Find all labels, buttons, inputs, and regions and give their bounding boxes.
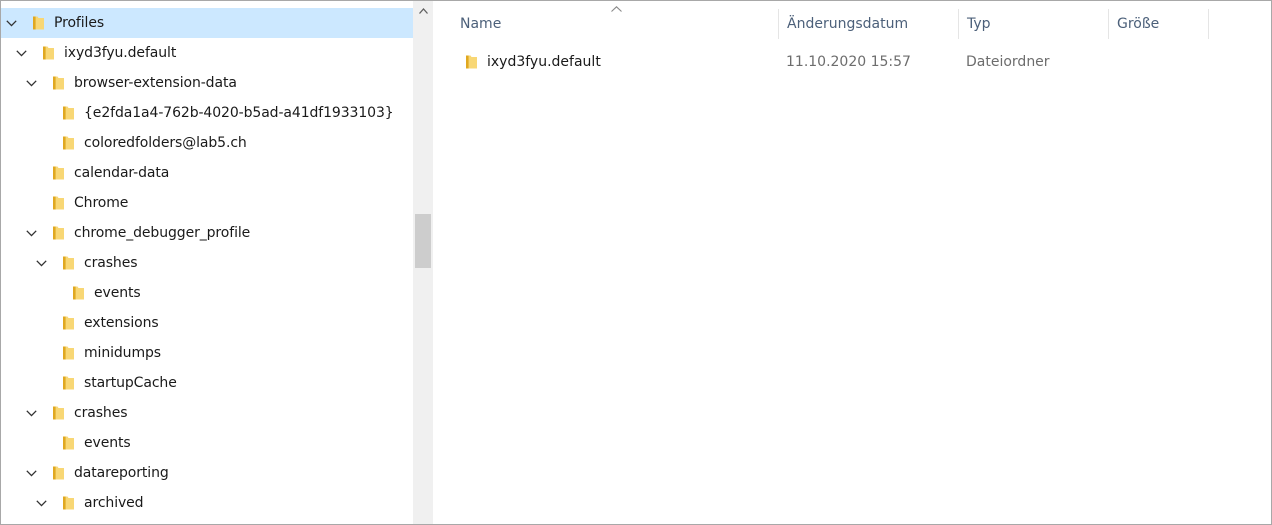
chevron-down-icon[interactable] [3, 15, 19, 31]
folder-icon [61, 255, 75, 271]
nav-tree-item-label: minidumps [84, 345, 161, 361]
nav-tree-item-label: archived [84, 495, 144, 511]
nav-tree-item[interactable]: startupCache [1, 368, 413, 398]
folder-icon [61, 105, 75, 121]
folder-icon [61, 315, 75, 331]
folder-icon [61, 345, 75, 361]
nav-tree-item[interactable]: {e2fda1a4-762b-4020-b5ad-a41df1933103} [1, 98, 413, 128]
nav-tree-item[interactable]: crashes [1, 248, 413, 278]
file-row[interactable]: ixyd3fyu.default 11.10.2020 15:57 Dateiord… [435, 49, 1271, 75]
nav-tree-item[interactable]: coloredfolders@lab5.ch [1, 128, 413, 158]
nav-tree-item[interactable]: extensions [1, 308, 413, 338]
nav-tree-item-label: calendar-data [74, 165, 170, 181]
nav-tree-item[interactable]: calendar-data [1, 158, 413, 188]
folder-icon [465, 54, 478, 70]
folder-icon [51, 75, 65, 91]
navigation-scrollbar[interactable] [413, 1, 433, 524]
nav-tree-item-label: crashes [84, 255, 138, 271]
nav-tree-item[interactable]: ixyd3fyu.default [1, 38, 413, 68]
column-header-name-label: Name [460, 16, 502, 32]
chevron-down-icon[interactable] [13, 45, 29, 61]
folder-icon [31, 15, 45, 31]
folder-icon [71, 285, 85, 301]
folder-icon [51, 165, 65, 181]
nav-tree-item-label: events [84, 435, 131, 451]
nav-tree-item-label: extensions [84, 315, 159, 331]
nav-tree-item-label: datareporting [74, 465, 169, 481]
nav-tree-item-label: browser-extension-data [74, 75, 237, 91]
chevron-down-icon[interactable] [23, 75, 39, 91]
file-name-label: ixyd3fyu.default [487, 54, 601, 70]
nav-tree-item-label: crashes [74, 405, 128, 421]
folder-icon [51, 465, 65, 481]
folder-icon [41, 45, 55, 61]
nav-tree-item-label: {e2fda1a4-762b-4020-b5ad-a41df1933103} [84, 105, 394, 121]
column-header-date-modified[interactable]: Änderungsdatum [779, 9, 959, 39]
column-header-size-label: Größe [1117, 16, 1160, 32]
nav-tree-item[interactable]: crashes [1, 398, 413, 428]
folder-icon [61, 435, 75, 451]
nav-tree-item-label: Chrome [74, 195, 129, 211]
file-date-modified-cell: 11.10.2020 15:57 [786, 54, 911, 70]
details-view[interactable]: Name Änderungsdatum Typ Größe ixyd3fyu.d… [435, 1, 1271, 524]
column-header-name[interactable]: Name [452, 9, 779, 39]
nav-tree-item[interactable]: minidumps [1, 338, 413, 368]
chevron-down-icon[interactable] [23, 225, 39, 241]
nav-tree-item[interactable]: archived [1, 488, 413, 518]
nav-tree-item[interactable]: browser-extension-data [1, 68, 413, 98]
nav-tree-item-label: Profiles [54, 15, 105, 31]
nav-tree-item[interactable]: Chrome [1, 188, 413, 218]
nav-tree-item[interactable]: events [1, 428, 413, 458]
chevron-down-icon[interactable] [23, 405, 39, 421]
nav-tree-item-label: coloredfolders@lab5.ch [84, 135, 247, 151]
column-header-size[interactable]: Größe [1109, 9, 1209, 39]
chevron-down-icon[interactable] [23, 465, 39, 481]
folder-icon [51, 405, 65, 421]
nav-tree-item-label: ixyd3fyu.default [64, 45, 177, 61]
column-header-row: Name Änderungsdatum Typ Größe [435, 1, 1271, 47]
file-explorer-window: Profiles ixyd3fyu.default browser-extensio… [0, 0, 1272, 525]
navigation-pane[interactable]: Profiles ixyd3fyu.default browser-extensio… [1, 1, 413, 524]
column-header-date-label: Änderungsdatum [787, 16, 909, 32]
chevron-down-icon[interactable] [33, 255, 49, 271]
file-name-cell: ixyd3fyu.default [465, 49, 601, 75]
nav-tree-item[interactable]: datareporting [1, 458, 413, 488]
folder-icon [61, 375, 75, 391]
column-header-type[interactable]: Typ [959, 9, 1109, 39]
nav-tree-item[interactable]: events [1, 278, 413, 308]
scroll-up-arrow-icon[interactable] [413, 1, 433, 21]
nav-tree-item[interactable]: Profiles [1, 8, 413, 38]
folder-icon [61, 135, 75, 151]
nav-tree-item-label: chrome_debugger_profile [74, 225, 251, 241]
nav-tree-item-label: events [94, 285, 141, 301]
folder-icon [51, 195, 65, 211]
file-type-cell: Dateiordner [966, 54, 1050, 70]
folder-icon [51, 225, 65, 241]
nav-tree-item-label: startupCache [84, 375, 177, 391]
scrollbar-thumb[interactable] [415, 214, 431, 268]
column-header-type-label: Typ [967, 16, 991, 32]
nav-tree-item[interactable]: chrome_debugger_profile [1, 218, 413, 248]
chevron-down-icon[interactable] [33, 495, 49, 511]
folder-icon [61, 495, 75, 511]
